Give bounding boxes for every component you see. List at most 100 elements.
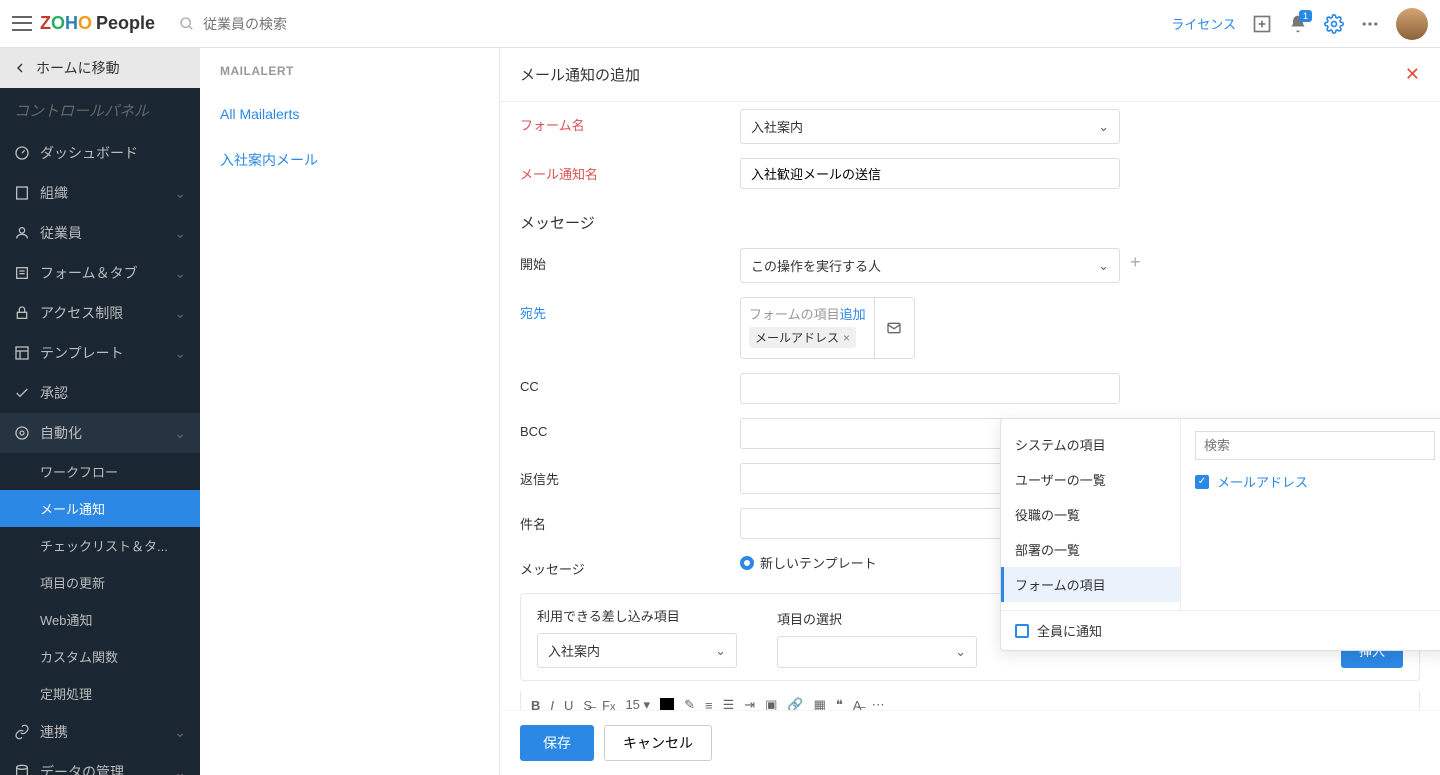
back-home-label: ホームに移動 bbox=[36, 58, 120, 78]
merge-select-label: 項目の選択 bbox=[777, 609, 977, 628]
popup-notify-all[interactable]: 全員に通知 bbox=[1015, 621, 1435, 640]
sub-scheduler[interactable]: 定期処理 bbox=[0, 675, 200, 712]
lock-icon bbox=[14, 305, 30, 321]
chip-remove-icon[interactable]: × bbox=[843, 331, 850, 345]
popup-opt-email[interactable]: メールアドレス bbox=[1195, 472, 1435, 491]
subject-label: 件名 bbox=[520, 508, 740, 533]
to-chip: メールアドレス × bbox=[749, 327, 856, 348]
nav-approval[interactable]: 承認 bbox=[0, 373, 200, 413]
merge-avail-label: 利用できる差し込み項目 bbox=[537, 606, 737, 625]
bell-icon[interactable]: 1 bbox=[1288, 14, 1308, 34]
logo[interactable]: ZOHO People bbox=[40, 13, 155, 34]
search-icon bbox=[179, 16, 195, 32]
form-name-select[interactable]: 入社案内⌄ bbox=[740, 109, 1120, 144]
popup-cat-fields[interactable]: フォームの項目 bbox=[1001, 567, 1180, 602]
nav-forms[interactable]: フォーム＆タブ⌄ bbox=[0, 253, 200, 293]
popup-cat-depts[interactable]: 部署の一覧 bbox=[1001, 532, 1180, 567]
all-mailalerts-link[interactable]: All Mailalerts bbox=[220, 98, 479, 142]
chevron-down-icon: ⌄ bbox=[1098, 119, 1109, 135]
gear-icon[interactable] bbox=[1324, 14, 1344, 34]
nav-integration[interactable]: 連携⌄ bbox=[0, 712, 200, 752]
control-panel-title: コントロールパネル bbox=[0, 88, 200, 133]
template-icon bbox=[14, 345, 30, 361]
avatar[interactable] bbox=[1396, 8, 1428, 40]
nav-access[interactable]: アクセス制限⌄ bbox=[0, 293, 200, 333]
save-button[interactable]: 保存 bbox=[520, 725, 594, 761]
chevron-down-icon: ⌄ bbox=[174, 724, 186, 741]
person-icon bbox=[14, 225, 30, 241]
chevron-down-icon: ⌄ bbox=[715, 643, 726, 659]
cc-input[interactable] bbox=[740, 373, 1120, 404]
nav-employees[interactable]: 従業員⌄ bbox=[0, 213, 200, 253]
nav-automation[interactable]: 自動化⌄ bbox=[0, 413, 200, 453]
to-placeholder: フォームの項目 bbox=[749, 304, 840, 323]
chevron-down-icon: ⌄ bbox=[174, 345, 186, 362]
chevron-down-icon: ⌄ bbox=[174, 764, 186, 775]
reply-label: 返信先 bbox=[520, 463, 740, 488]
nav-templates[interactable]: テンプレート⌄ bbox=[0, 333, 200, 373]
merge-field-select[interactable]: ⌄ bbox=[777, 636, 977, 668]
form-icon bbox=[14, 265, 30, 281]
popup-cat-roles[interactable]: 役職の一覧 bbox=[1001, 497, 1180, 532]
nav-org[interactable]: 組織⌄ bbox=[0, 173, 200, 213]
chevron-down-icon: ⌄ bbox=[1098, 258, 1109, 274]
license-link[interactable]: ライセンス bbox=[1171, 14, 1236, 33]
message-section-title: メッセージ bbox=[500, 196, 1440, 241]
page-title: メール通知の追加 bbox=[520, 64, 640, 85]
mailalert-item[interactable]: 入社案内メール bbox=[220, 142, 479, 190]
add-start-button[interactable]: + bbox=[1130, 248, 1141, 273]
back-home[interactable]: ホームに移動 bbox=[0, 48, 200, 88]
checkbox-icon bbox=[1015, 624, 1029, 638]
merge-avail-select[interactable]: 入社案内⌄ bbox=[537, 633, 737, 668]
menu-toggle[interactable] bbox=[12, 14, 32, 34]
mail-name-label: メール通知名 bbox=[520, 158, 740, 183]
logo-text: People bbox=[96, 13, 155, 34]
sub-checklist[interactable]: チェックリスト＆タ... bbox=[0, 527, 200, 564]
msg-label: メッセージ bbox=[520, 553, 740, 578]
sub-custom-fn[interactable]: カスタム関数 bbox=[0, 638, 200, 675]
close-button[interactable]: ✕ bbox=[1405, 64, 1420, 85]
nav-dashboard[interactable]: ダッシュボード bbox=[0, 133, 200, 173]
approval-icon bbox=[14, 385, 30, 401]
chevron-down-icon: ⌄ bbox=[174, 185, 186, 202]
to-add-link[interactable]: 追加 bbox=[840, 304, 866, 323]
recipient-popup: システムの項目 ユーザーの一覧 役職の一覧 部署の一覧 フォームの項目 メールア… bbox=[1000, 418, 1440, 651]
panel2-title: MAILALERT bbox=[220, 64, 479, 78]
cancel-button[interactable]: キャンセル bbox=[604, 725, 712, 761]
nav-data-mgmt[interactable]: データの管理⌄ bbox=[0, 752, 200, 775]
chevron-down-icon: ⌄ bbox=[174, 305, 186, 322]
chevron-down-icon: ⌄ bbox=[174, 225, 186, 242]
sub-webhook[interactable]: Web通知 bbox=[0, 601, 200, 638]
checkbox-icon bbox=[1195, 475, 1209, 489]
dashboard-icon bbox=[14, 145, 30, 161]
chevron-down-icon: ⌄ bbox=[174, 425, 186, 442]
bcc-label: BCC bbox=[520, 418, 740, 439]
database-icon bbox=[14, 764, 30, 775]
to-field[interactable]: フォームの項目追加 メールアドレス × bbox=[740, 297, 875, 359]
link-icon bbox=[14, 724, 30, 740]
add-icon[interactable] bbox=[1252, 14, 1272, 34]
start-select[interactable]: この操作を実行する人⌄ bbox=[740, 248, 1120, 283]
popup-search-input[interactable] bbox=[1195, 431, 1435, 460]
form-name-label: フォーム名 bbox=[520, 109, 740, 134]
sub-workflow[interactable]: ワークフロー bbox=[0, 453, 200, 490]
automation-icon bbox=[14, 425, 30, 441]
sub-mail-notification[interactable]: メール通知 bbox=[0, 490, 200, 527]
cc-label: CC bbox=[520, 373, 740, 394]
to-picker-button[interactable] bbox=[875, 297, 915, 359]
popup-cat-users[interactable]: ユーザーの一覧 bbox=[1001, 462, 1180, 497]
building-icon bbox=[14, 185, 30, 201]
notif-badge: 1 bbox=[1299, 10, 1312, 22]
radio-icon bbox=[740, 556, 754, 570]
popup-cat-system[interactable]: システムの項目 bbox=[1001, 427, 1180, 462]
search-input[interactable] bbox=[203, 16, 503, 32]
mail-name-input[interactable] bbox=[740, 158, 1120, 189]
to-label: 宛先 bbox=[520, 297, 740, 322]
chevron-left-icon bbox=[12, 60, 28, 76]
more-icon[interactable] bbox=[1360, 14, 1380, 34]
sub-field-update[interactable]: 項目の更新 bbox=[0, 564, 200, 601]
chevron-down-icon: ⌄ bbox=[174, 265, 186, 282]
start-label: 開始 bbox=[520, 248, 740, 273]
template-radio[interactable]: 新しいテンプレート bbox=[740, 553, 877, 572]
chevron-down-icon: ⌄ bbox=[955, 644, 966, 660]
